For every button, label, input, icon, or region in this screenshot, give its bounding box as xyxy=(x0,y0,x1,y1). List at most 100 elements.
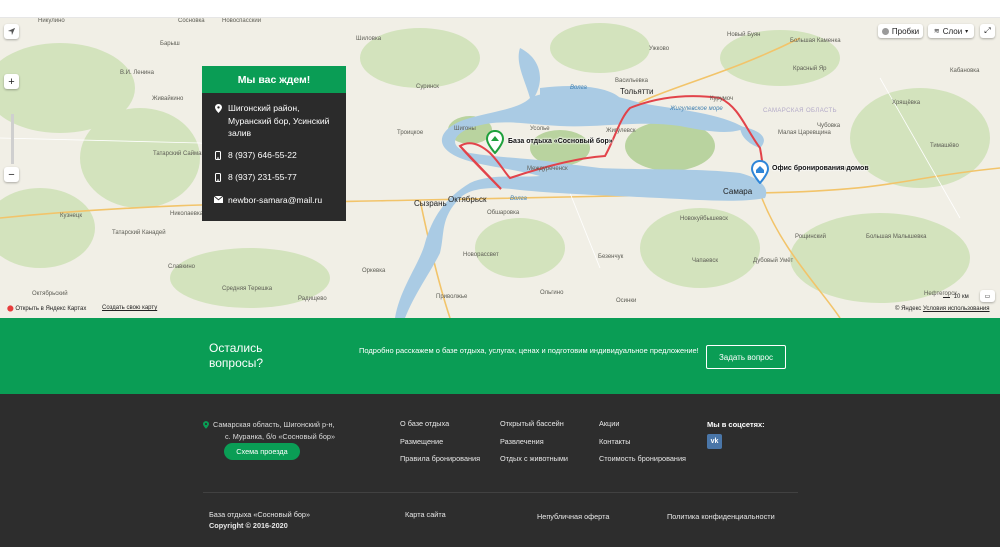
footer-copyright: Copyright © 2016-2020 xyxy=(209,521,288,530)
footer-link[interactable]: Правила бронирования xyxy=(400,455,480,463)
footer-link[interactable]: Размещение xyxy=(400,437,480,446)
map-label: Чубовка xyxy=(817,123,841,129)
map-marker-icon xyxy=(750,159,770,185)
banner-question: Остались вопросы? xyxy=(209,341,264,370)
card-address-row: Шигонский район, Муранский бор, Усинский… xyxy=(202,102,346,140)
footer-link[interactable]: Отдых с животными xyxy=(500,455,568,463)
footer-link[interactable]: Контакты xyxy=(599,437,686,446)
footer-nav-col2: Открытый бассейн Развлечения Отдых с жив… xyxy=(500,420,568,473)
map-label: Октябрьск xyxy=(448,195,487,204)
ruler-button[interactable]: ▭ xyxy=(980,290,995,302)
map-label: Жигулевское море xyxy=(670,106,723,112)
scale-bar: 10 км xyxy=(943,294,969,300)
footer: Самарская область, Шигонский р-н, с. Мур… xyxy=(0,394,1000,547)
map-label: Шигоны xyxy=(454,126,476,132)
map-label: Рощинский xyxy=(795,234,827,240)
location-icon xyxy=(203,421,209,433)
map-label: Оркевка xyxy=(362,268,386,274)
map-label: Ольгино xyxy=(540,290,564,296)
footer-nav-col1: О базе отдыха Размещение Правила брониро… xyxy=(400,420,480,473)
zoom-in-button[interactable]: + xyxy=(4,74,19,89)
map-label: Кабановка xyxy=(950,68,980,74)
footer-address-line1: Самарская область, Шигонский р-н, xyxy=(213,420,335,429)
create-map-label[interactable]: Создать свою карту xyxy=(102,305,157,311)
map-label: Усолье xyxy=(530,126,550,132)
footer-link[interactable]: Развлечения xyxy=(500,437,568,446)
map-label: Сосновка xyxy=(178,18,205,24)
map-label: САМАРСКАЯ ОБЛАСТЬ xyxy=(763,108,837,114)
terms-link[interactable]: Условия использования xyxy=(923,306,990,312)
card-phone1[interactable]: 8 (937) 646-55-22 xyxy=(228,149,297,162)
map-label: Шиловка xyxy=(356,36,382,42)
footer-nav-col3: Акции Контакты Стоимость бронирования xyxy=(599,420,686,473)
map-label: Новый Буян xyxy=(727,32,761,38)
location-icon xyxy=(213,104,223,113)
questions-banner: Остались вопросы? Подробно расскажем о б… xyxy=(0,318,1000,394)
layers-label: Слои xyxy=(942,26,963,36)
fullscreen-button[interactable]: ⤢ xyxy=(980,24,995,38)
map-label: Дубовый Умёт xyxy=(753,258,794,264)
card-email-row[interactable]: newbor-samara@mail.ru xyxy=(202,194,346,207)
map-label: Новокуйбышевск xyxy=(680,216,728,222)
scale-label: 10 км xyxy=(953,294,969,300)
layers-icon: ≋ xyxy=(933,28,940,35)
map-label: Николаевка xyxy=(170,211,204,217)
map-label: Жигулевск xyxy=(606,128,636,134)
envelope-icon xyxy=(213,195,223,203)
map-label: Междуреченск xyxy=(527,166,568,172)
card-phone1-row[interactable]: 8 (937) 646-55-22 xyxy=(202,149,346,162)
traffic-label: Пробки xyxy=(891,26,920,36)
vk-icon[interactable]: vk xyxy=(707,434,722,449)
location-arrow-icon xyxy=(7,27,16,36)
map-label: Октябрьский xyxy=(32,291,68,297)
privacy-link[interactable]: Политика конфиденциальности xyxy=(667,511,775,522)
copyright-bar: © Яндекс Условия использования xyxy=(895,306,990,312)
top-strip xyxy=(0,0,1000,18)
map-label: Никулино xyxy=(38,18,65,24)
map-label: Новоспасский xyxy=(222,18,262,24)
sitemap-link[interactable]: Карта сайта xyxy=(405,509,446,520)
footer-link[interactable]: О базе отдыха xyxy=(400,420,480,428)
zoom-slider[interactable] xyxy=(11,114,14,164)
office-pin-label: Офис бронирования домов xyxy=(772,165,869,172)
phone-icon xyxy=(213,150,223,160)
office-pin[interactable] xyxy=(750,159,770,189)
base-pin[interactable] xyxy=(485,129,505,159)
map-label: Большая Каменка xyxy=(790,38,841,44)
chevron-down-icon: ▾ xyxy=(965,28,969,35)
footer-link[interactable]: Открытый бассейн xyxy=(500,420,568,428)
map-widget[interactable]: Никулино Сосновка Новоспасский Барыш В.И… xyxy=(0,18,1000,318)
footer-divider xyxy=(203,492,798,493)
map-label: Сызрань xyxy=(414,199,447,208)
offer-link[interactable]: Непубличная оферта xyxy=(537,511,609,522)
map-label: Обшаровка xyxy=(487,210,520,216)
map-label: Самара xyxy=(723,187,753,196)
card-email[interactable]: newbor-samara@mail.ru xyxy=(228,194,322,207)
map-label: Осинки xyxy=(616,298,637,304)
map-label: Татарский Канадей xyxy=(112,230,166,236)
phone-icon xyxy=(213,173,223,182)
map-label: Славкино xyxy=(168,264,195,270)
map-label: Красный Яр xyxy=(793,66,827,72)
yandex-pin-icon: ⬤ xyxy=(7,306,14,312)
map-label: Живайкино xyxy=(152,96,184,102)
map-label: Волга xyxy=(510,196,527,202)
layers-button[interactable]: ≋ Слои ▾ xyxy=(928,24,974,38)
map-label: Барыш xyxy=(160,41,180,47)
card-phone2[interactable]: 8 (937) 231-55-77 xyxy=(228,171,297,184)
create-map-link[interactable]: Создать свою карту xyxy=(102,305,157,311)
open-in-yandex-label: Открыть в Яндекс Картах xyxy=(15,306,87,312)
footer-link[interactable]: Акции xyxy=(599,420,686,428)
footer-link[interactable]: Стоимость бронирования xyxy=(599,455,686,463)
traffic-button[interactable]: Пробки xyxy=(878,24,923,38)
locate-button[interactable] xyxy=(4,24,19,39)
zoom-out-button[interactable]: − xyxy=(4,167,19,182)
map-label: Большая Малышевка xyxy=(866,234,927,240)
footer-address: Самарская область, Шигонский р-н, с. Мур… xyxy=(203,419,335,443)
map-marker-icon xyxy=(485,129,505,155)
open-in-yandex-link[interactable]: ⬤ Открыть в Яндекс Картах xyxy=(7,305,86,312)
ask-question-button[interactable]: Задать вопрос xyxy=(706,345,786,369)
card-phone2-row[interactable]: 8 (937) 231-55-77 xyxy=(202,171,346,184)
map-label: Троицкое xyxy=(397,130,424,136)
route-map-button[interactable]: Схема проезда xyxy=(224,443,300,460)
